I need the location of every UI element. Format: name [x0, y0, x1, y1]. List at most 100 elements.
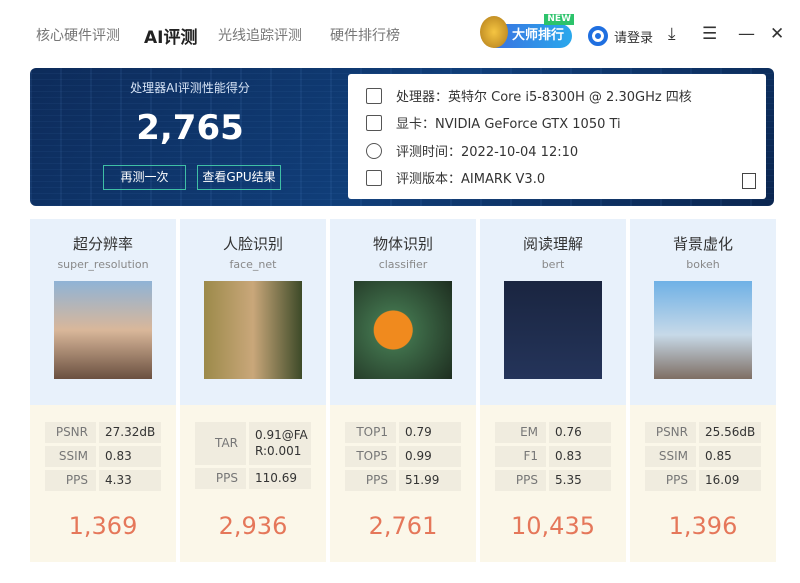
card-score: 2,761	[368, 512, 438, 540]
avatar-icon	[588, 26, 608, 46]
metric-value: 0.91@FAR:0.001	[249, 422, 311, 465]
card-title: 背景虚化	[672, 235, 733, 253]
master-rank-label: 大师排行	[512, 28, 565, 43]
card-subtitle: face_net	[229, 258, 277, 271]
version-row: 评测版本：AIMARK V3.0	[366, 168, 545, 187]
card-subtitle: classifier	[378, 258, 428, 271]
new-badge: NEW	[544, 14, 574, 25]
login-label: 请登录	[614, 30, 654, 46]
minimize-icon[interactable]: —	[738, 24, 755, 44]
card-title: 物体识别	[372, 235, 433, 253]
benchmark-card: 物体识别 classifier TOP1 0.79 TOP5 0.99 PPS 51.99 2,…	[330, 219, 476, 562]
metric-row: SSIM 0.83	[45, 446, 161, 467]
metrics-table: TOP1 0.79 TOP5 0.99 PPS 51.99	[345, 422, 461, 491]
retest-button[interactable]: 再测一次	[103, 165, 186, 190]
metric-row: SSIM 0.85	[645, 446, 761, 467]
system-info-panel: 处理器：英特尔 Core i5-8300H @ 2.30GHz 四核 显卡：NV…	[348, 74, 766, 199]
metric-row: PPS 5.35	[495, 470, 611, 491]
pulse-icon	[366, 169, 382, 186]
metric-value: 0.83	[99, 446, 161, 467]
clock-icon	[366, 142, 382, 159]
download-icon[interactable]: ⤓	[668, 24, 676, 44]
metric-key: PPS	[195, 468, 246, 489]
card-score: 2,936	[218, 512, 288, 540]
metrics-table: EM 0.76 F1 0.83 PPS 5.35	[495, 422, 611, 491]
metric-key: TOP5	[345, 446, 396, 467]
sample-image	[354, 281, 452, 379]
metric-row: PPS 51.99	[345, 470, 461, 491]
cpu-row: 处理器：英特尔 Core i5-8300H @ 2.30GHz 四核	[366, 86, 692, 105]
metric-value: 4.33	[99, 470, 161, 491]
tab-ai[interactable]: AI评测	[144, 23, 197, 48]
master-rank-button[interactable]: 大师排行 NEW	[480, 14, 574, 48]
card-score: 1,369	[68, 512, 138, 540]
total-score: 2,765	[136, 108, 244, 148]
tab-ranking[interactable]: 硬件排行榜	[330, 25, 400, 45]
metric-key: F1	[495, 446, 546, 467]
menu-icon[interactable]: ☰	[702, 24, 717, 44]
metric-value: 0.79	[399, 422, 461, 443]
metric-value: 0.99	[399, 446, 461, 467]
metric-row: TOP5 0.99	[345, 446, 461, 467]
metric-key: PPS	[495, 470, 546, 491]
metric-value: 0.85	[699, 446, 761, 467]
card-title: 人脸识别	[222, 235, 283, 253]
card-title: 阅读理解	[522, 235, 583, 253]
sample-image	[54, 281, 152, 379]
version-text: 评测版本：AIMARK V3.0	[396, 172, 546, 187]
metric-key: TAR	[195, 422, 246, 465]
benchmark-card: 超分辨率 super_resolution PSNR 27.32dB SSIM 0.83 P…	[30, 219, 176, 562]
metric-key: TOP1	[345, 422, 396, 443]
card-title: 超分辨率	[72, 235, 133, 253]
metric-value: 0.76	[549, 422, 611, 443]
book-icon[interactable]	[742, 173, 756, 189]
benchmark-card: 人脸识别 face_net TAR 0.91@FAR:0.001 PPS 110.69 2,…	[180, 219, 326, 562]
metric-value: 51.99	[399, 470, 461, 491]
card-score: 1,396	[668, 512, 738, 540]
trophy-icon	[480, 16, 508, 48]
view-gpu-button[interactable]: 查看GPU结果	[197, 165, 281, 190]
card-subtitle: bokeh	[686, 258, 720, 271]
metric-row: PSNR 25.56dB	[645, 422, 761, 443]
tab-raytracing[interactable]: 光线追踪评测	[218, 25, 302, 45]
cpu-icon	[366, 87, 382, 104]
metric-value: 5.35	[549, 470, 611, 491]
metrics-table: PSNR 27.32dB SSIM 0.83 PPS 4.33	[45, 422, 161, 491]
metric-key: SSIM	[45, 446, 96, 467]
gpu-row: 显卡：NVIDIA GeForce GTX 1050 Ti	[366, 113, 621, 132]
tab-core-hardware[interactable]: 核心硬件评测	[36, 25, 120, 45]
metric-row: TOP1 0.79	[345, 422, 461, 443]
metric-value: 110.69	[249, 468, 311, 489]
login-button[interactable]: 请登录	[588, 26, 653, 46]
metric-value: 25.56dB	[699, 422, 761, 443]
metric-row: PPS 16.09	[645, 470, 761, 491]
card-subtitle: super_resolution	[57, 258, 149, 271]
metric-row: EM 0.76	[495, 422, 611, 443]
metric-value: 0.83	[549, 446, 611, 467]
metric-key: PPS	[45, 470, 96, 491]
metric-value: 27.32dB	[99, 422, 161, 443]
sample-image	[204, 281, 302, 379]
metric-key: PSNR	[645, 422, 696, 443]
benchmark-card: 背景虚化 bokeh PSNR 25.56dB SSIM 0.85 PPS 16.09 1,39…	[630, 219, 776, 562]
metrics-table: TAR 0.91@FAR:0.001 PPS 110.69	[195, 422, 311, 489]
time-text: 评测时间：2022-10-04 12:10	[396, 145, 579, 160]
metric-row: PSNR 27.32dB	[45, 422, 161, 443]
metric-row: TAR 0.91@FAR:0.001	[195, 422, 311, 465]
gpu-icon	[366, 114, 382, 131]
sample-image	[654, 281, 752, 379]
metric-row: PPS 4.33	[45, 470, 161, 491]
metric-key: PPS	[645, 470, 696, 491]
score-banner: 处理器AI评测性能得分 2,765 再测一次 查看GPU结果 处理器：英特尔 C…	[30, 68, 774, 206]
cpu-text: 处理器：英特尔 Core i5-8300H @ 2.30GHz 四核	[396, 90, 692, 105]
benchmark-card: 阅读理解 bert EM 0.76 F1 0.83 PPS 5.35 10,435	[480, 219, 626, 562]
gpu-text: 显卡：NVIDIA GeForce GTX 1050 Ti	[396, 117, 621, 132]
metric-row: PPS 110.69	[195, 468, 311, 489]
close-icon[interactable]: ✕	[770, 24, 784, 44]
metric-value: 16.09	[699, 470, 761, 491]
banner-title: 处理器AI评测性能得分	[130, 81, 250, 95]
metric-key: EM	[495, 422, 546, 443]
metric-key: PPS	[345, 470, 396, 491]
sample-image	[504, 281, 602, 379]
time-row: 评测时间：2022-10-04 12:10	[366, 141, 578, 160]
